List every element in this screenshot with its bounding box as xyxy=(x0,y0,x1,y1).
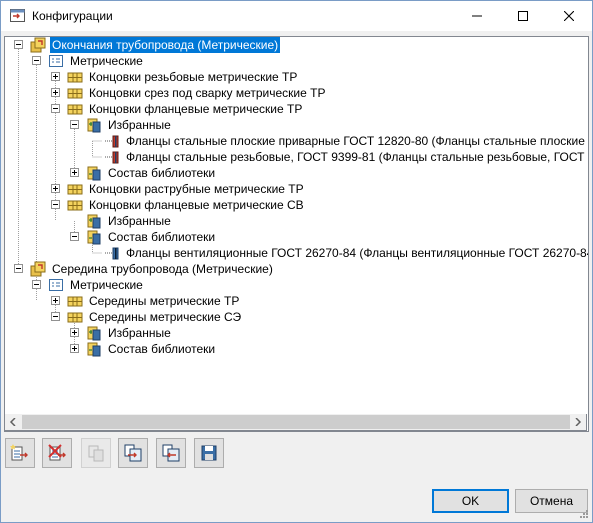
tree-node-label: Концовки раструбные метрические ТР xyxy=(89,182,304,196)
ventilation-flange-item-icon xyxy=(105,247,119,260)
expand-toggle[interactable] xyxy=(70,344,79,353)
export-button[interactable] xyxy=(156,438,186,468)
maximize-icon xyxy=(518,11,528,21)
library-contents-icon xyxy=(87,342,101,357)
tree-node-label: Середины метрические СЭ xyxy=(89,310,242,324)
app-icon xyxy=(10,9,25,22)
horizontal-scrollbar[interactable] xyxy=(4,414,587,431)
pipe-middle-group-icon xyxy=(67,296,83,307)
collapse-toggle[interactable] xyxy=(70,120,79,129)
collapse-toggle[interactable] xyxy=(14,264,23,273)
expand-toggle[interactable] xyxy=(51,72,60,81)
tree-node-label: Избранные xyxy=(108,326,171,340)
tree-node-label: Состав библиотеки xyxy=(108,230,216,244)
flange-item-icon xyxy=(105,151,119,164)
collapse-toggle[interactable] xyxy=(51,312,60,321)
collapse-toggle[interactable] xyxy=(32,56,41,65)
configuration-icon xyxy=(30,37,46,53)
configurations-tree[interactable]: Окончания трубопровода (Метрические) Мет… xyxy=(4,36,589,432)
favorites-icon xyxy=(87,326,101,341)
library-contents-icon xyxy=(87,230,101,245)
cancel-button[interactable]: Отмена xyxy=(515,489,588,513)
import-button[interactable] xyxy=(118,438,148,468)
tree-node-label: Метрические xyxy=(70,278,143,292)
tree-node-label: Состав библиотеки xyxy=(108,342,216,356)
tree-node-label: Фланцы стальные резьбовые, ГОСТ 9399-81 … xyxy=(126,150,589,164)
scroll-left-icon[interactable] xyxy=(9,418,17,426)
save-button[interactable] xyxy=(194,438,224,468)
close-button[interactable] xyxy=(546,1,592,31)
add-config-button[interactable] xyxy=(5,438,35,468)
add-config-icon xyxy=(10,444,28,461)
metric-group-icon xyxy=(49,55,63,67)
expand-toggle[interactable] xyxy=(51,184,60,193)
scroll-right-icon[interactable] xyxy=(574,418,582,426)
tree-node-label: Избранные xyxy=(108,214,171,228)
copy-config-icon xyxy=(88,445,104,462)
minimize-button[interactable] xyxy=(454,1,500,31)
tree-node-label: Середина трубопровода (Метрические) xyxy=(52,262,273,276)
pipe-middle-group-icon xyxy=(67,312,83,323)
title-bar: Конфигурации xyxy=(1,1,592,31)
configurations-dialog: Конфигурации Окончания трубопровода (Мет… xyxy=(0,0,593,523)
metric-group-icon xyxy=(49,279,63,291)
ok-button[interactable]: OK xyxy=(432,489,509,513)
save-icon xyxy=(201,445,217,461)
tree-node-label: Концовки резьбовые метрические ТР xyxy=(89,70,298,84)
favorites-icon xyxy=(87,118,101,133)
collapse-toggle[interactable] xyxy=(14,40,23,49)
tree-node-label: Концовки срез под сварку метрические ТР xyxy=(89,86,326,100)
pipe-end-group-icon xyxy=(67,184,83,195)
delete-config-icon xyxy=(48,444,66,461)
tree-node-label: Фланцы стальные плоские приварные ГОСТ 1… xyxy=(126,134,589,148)
tree-node-label: Состав библиотеки xyxy=(108,166,216,180)
configuration-icon xyxy=(30,261,46,277)
tree-node-label: Избранные xyxy=(108,118,171,132)
collapse-toggle[interactable] xyxy=(32,280,41,289)
tree-node-label: Метрические xyxy=(70,54,143,68)
tree-node-label: Фланцы вентиляционные ГОСТ 26270-84 (Фла… xyxy=(126,246,589,260)
copy-config-button[interactable] xyxy=(81,438,111,468)
delete-config-button[interactable] xyxy=(42,438,72,468)
flange-item-icon xyxy=(105,135,119,148)
close-icon xyxy=(564,11,574,21)
resize-grip-icon[interactable] xyxy=(579,509,589,519)
import-icon xyxy=(124,444,142,462)
library-contents-icon xyxy=(87,166,101,181)
tree-node-label: Концовки фланцевые метрические ТР xyxy=(89,102,303,116)
expand-toggle[interactable] xyxy=(70,328,79,337)
collapse-toggle[interactable] xyxy=(51,104,60,113)
collapse-toggle[interactable] xyxy=(51,200,60,209)
tree-node-label: Середины метрические ТР xyxy=(89,294,240,308)
expand-toggle[interactable] xyxy=(70,168,79,177)
pipe-end-group-icon xyxy=(67,72,83,83)
export-icon xyxy=(162,444,180,462)
pipe-end-group-icon xyxy=(67,104,83,115)
window-title: Конфигурации xyxy=(32,9,113,23)
pipe-end-group-icon xyxy=(67,200,83,211)
expand-toggle[interactable] xyxy=(51,88,60,97)
tree-node-label: Концовки фланцевые метрические СВ xyxy=(89,198,304,212)
minimize-icon xyxy=(472,15,482,17)
pipe-end-group-icon xyxy=(67,88,83,99)
expand-toggle[interactable] xyxy=(51,296,60,305)
collapse-toggle[interactable] xyxy=(70,232,79,241)
maximize-button[interactable] xyxy=(500,1,546,31)
scrollbar-thumb[interactable] xyxy=(22,415,570,429)
favorites-icon xyxy=(87,214,101,229)
tree-node-label: Окончания трубопровода (Метрические) xyxy=(50,37,281,53)
